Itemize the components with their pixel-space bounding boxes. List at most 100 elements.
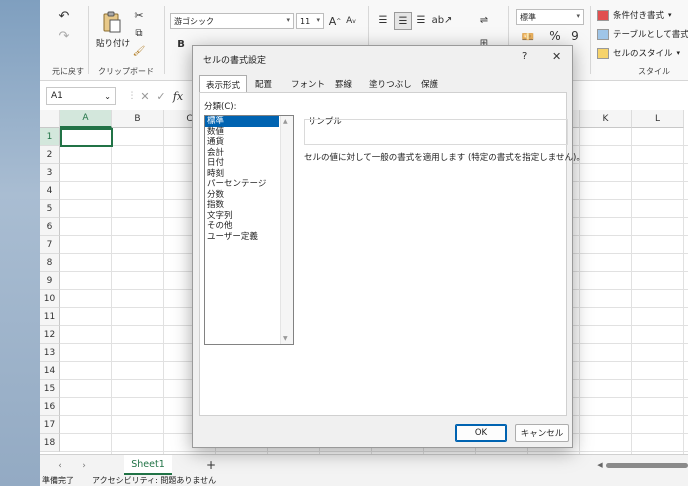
category-label: 分類(C): [204, 102, 237, 112]
format-as-table-button[interactable]: テーブルとして書式設定 [597, 28, 688, 40]
font-size-value: 11 [300, 16, 311, 26]
name-box[interactable]: A1 ⌄ [46, 87, 116, 105]
comma-style-button[interactable]: 9 [568, 29, 582, 43]
undo-group-label: 元に戻す [52, 67, 84, 76]
sheet-tab-sheet1[interactable]: Sheet1 [124, 455, 172, 475]
copy-icon[interactable]: ⧉ [132, 26, 146, 40]
dialog-tab-0[interactable]: 表示形式 [199, 75, 248, 93]
format-painter-icon[interactable]: 🖌 [132, 44, 146, 58]
separator [88, 6, 89, 74]
dialog-tab-5[interactable]: 保護 [415, 76, 444, 92]
active-cell-a1[interactable] [60, 128, 113, 147]
number-format-combo[interactable]: 標準 ▾ [516, 9, 584, 25]
number-format-value: 標準 [520, 12, 536, 22]
accessibility-status[interactable]: アクセシビリティ: 問題ありません [92, 476, 216, 486]
redo-icon[interactable]: ↷ [54, 28, 74, 44]
column-header-l[interactable]: L [632, 110, 684, 128]
sheet-tab-bar: ‹ › Sheet1 + ◀ [40, 454, 688, 477]
wrap-text-icon[interactable]: ⇌ [476, 13, 492, 27]
insert-function-button[interactable]: fx [170, 88, 186, 104]
cell-styles-button[interactable]: セルのスタイル ▾ [597, 47, 680, 59]
conditional-format-icon [597, 9, 609, 21]
row-header-12[interactable]: 12 [40, 326, 60, 344]
row-header-17[interactable]: 17 [40, 416, 60, 434]
dialog-tab-3[interactable]: 罫線 [329, 76, 358, 92]
cancel-entry-icon[interactable]: ✕ [138, 88, 152, 104]
currency-icon[interactable]: 💴 [518, 30, 538, 44]
scroll-up-icon[interactable]: ▲ [283, 118, 288, 125]
row-header-3[interactable]: 3 [40, 164, 60, 182]
percent-button[interactable]: % [548, 29, 562, 43]
row-header-1[interactable]: 1 [40, 128, 60, 146]
more-options-icon: ⋮ [127, 91, 137, 101]
font-size-combo[interactable]: 11 ▾ [296, 13, 324, 29]
separator [164, 6, 165, 74]
dialog-close-button[interactable]: ✕ [552, 50, 561, 63]
align-middle-icon[interactable]: ☰ [394, 12, 412, 30]
shrink-font-icon[interactable]: Av [344, 13, 358, 29]
row-header-15[interactable]: 15 [40, 380, 60, 398]
sample-box [304, 119, 568, 145]
align-top-icon[interactable]: ☰ [376, 13, 390, 27]
orientation-icon[interactable]: ab↗ [432, 13, 453, 27]
row-header-9[interactable]: 9 [40, 272, 60, 290]
chevron-down-icon: ▾ [286, 16, 290, 24]
number-format-panel: 分類(C): 標準 数値 通貨 会計 日付 時刻 パーセンテージ 分数 指数 文字列 その他 ユーザー… [199, 92, 585, 416]
row-header-4[interactable]: 4 [40, 182, 60, 200]
row-header-14[interactable]: 14 [40, 362, 60, 380]
scroll-left-icon[interactable]: ◀ [596, 459, 604, 471]
scroll-down-icon[interactable]: ▼ [283, 335, 288, 342]
category-list[interactable]: 標準 数値 通貨 会計 日付 時刻 パーセンテージ 分数 指数 文字列 その他 ユーザー定義 ▲ ▼ [204, 115, 294, 345]
grow-font-icon[interactable]: A ^ [328, 13, 342, 29]
column-header-b[interactable]: B [112, 110, 164, 128]
format-as-table-label: テーブルとして書式設定 [613, 30, 688, 40]
cell-styles-label: セルのスタイル [613, 49, 673, 59]
row-header-8[interactable]: 8 [40, 254, 60, 272]
confirm-entry-icon[interactable]: ✓ [154, 88, 168, 104]
grow-font-glyph: A [328, 14, 337, 28]
desktop-background [0, 0, 40, 486]
dialog-tab-4[interactable]: 塗りつぶし [363, 76, 418, 92]
status-bar: 準備完了 アクセシビリティ: 問題ありません [40, 476, 688, 486]
column-header-a[interactable]: A [60, 110, 112, 128]
help-button[interactable]: ? [522, 51, 527, 62]
column-header-k[interactable]: K [580, 110, 632, 128]
format-cells-dialog: セルの書式設定 ? ✕ 表示形式 配置 フォント 罫線 塗りつぶし 保護 分類(C): 標… [192, 45, 585, 448]
row-header-11[interactable]: 11 [40, 308, 60, 326]
scroll-tabs-left-icon[interactable]: ‹ [54, 459, 66, 473]
row-header-7[interactable]: 7 [40, 236, 60, 254]
conditional-format-label: 条件付き書式 [613, 11, 665, 21]
cancel-button[interactable]: キャンセル [515, 424, 569, 442]
select-all-corner[interactable] [40, 110, 60, 128]
row-header-5[interactable]: 5 [40, 200, 60, 218]
row-header-16[interactable]: 16 [40, 398, 60, 416]
ok-button[interactable]: OK [455, 424, 507, 442]
conditional-format-button[interactable]: 条件付き書式 ▾ [597, 9, 672, 21]
bold-button[interactable]: B [174, 36, 188, 52]
row-header-13[interactable]: 13 [40, 344, 60, 362]
font-name-value: 游ゴシック [174, 16, 214, 26]
add-sheet-button[interactable]: + [204, 458, 218, 472]
category-scrollbar[interactable]: ▲ ▼ [280, 116, 293, 344]
horizontal-scrollbar[interactable] [606, 463, 688, 468]
row-header-18[interactable]: 18 [40, 434, 60, 452]
dialog-tab-1[interactable]: 配置 [249, 76, 278, 92]
row-header-2[interactable]: 2 [40, 146, 60, 164]
paste-icon[interactable] [100, 10, 124, 34]
cut-icon[interactable]: ✂ [132, 8, 146, 22]
scroll-tabs-right-icon[interactable]: › [78, 459, 90, 473]
paste-label[interactable]: 貼り付け [96, 37, 130, 49]
row-header-6[interactable]: 6 [40, 218, 60, 236]
align-bottom-icon[interactable]: ☰ [414, 13, 428, 27]
chevron-down-icon: ▾ [676, 49, 681, 57]
table-icon [597, 28, 609, 40]
dialog-tab-2[interactable]: フォント [285, 76, 331, 92]
name-box-value: A1 [51, 91, 63, 101]
category-item[interactable]: 標準 [205, 116, 279, 127]
row-header-10[interactable]: 10 [40, 290, 60, 308]
chevron-down-icon: ▾ [316, 16, 320, 24]
clipboard-group-label: クリップボード [98, 67, 154, 76]
undo-icon[interactable]: ↶ [54, 8, 74, 24]
font-name-combo[interactable]: 游ゴシック ▾ [170, 13, 294, 29]
styles-group-label: スタイル [638, 67, 670, 76]
